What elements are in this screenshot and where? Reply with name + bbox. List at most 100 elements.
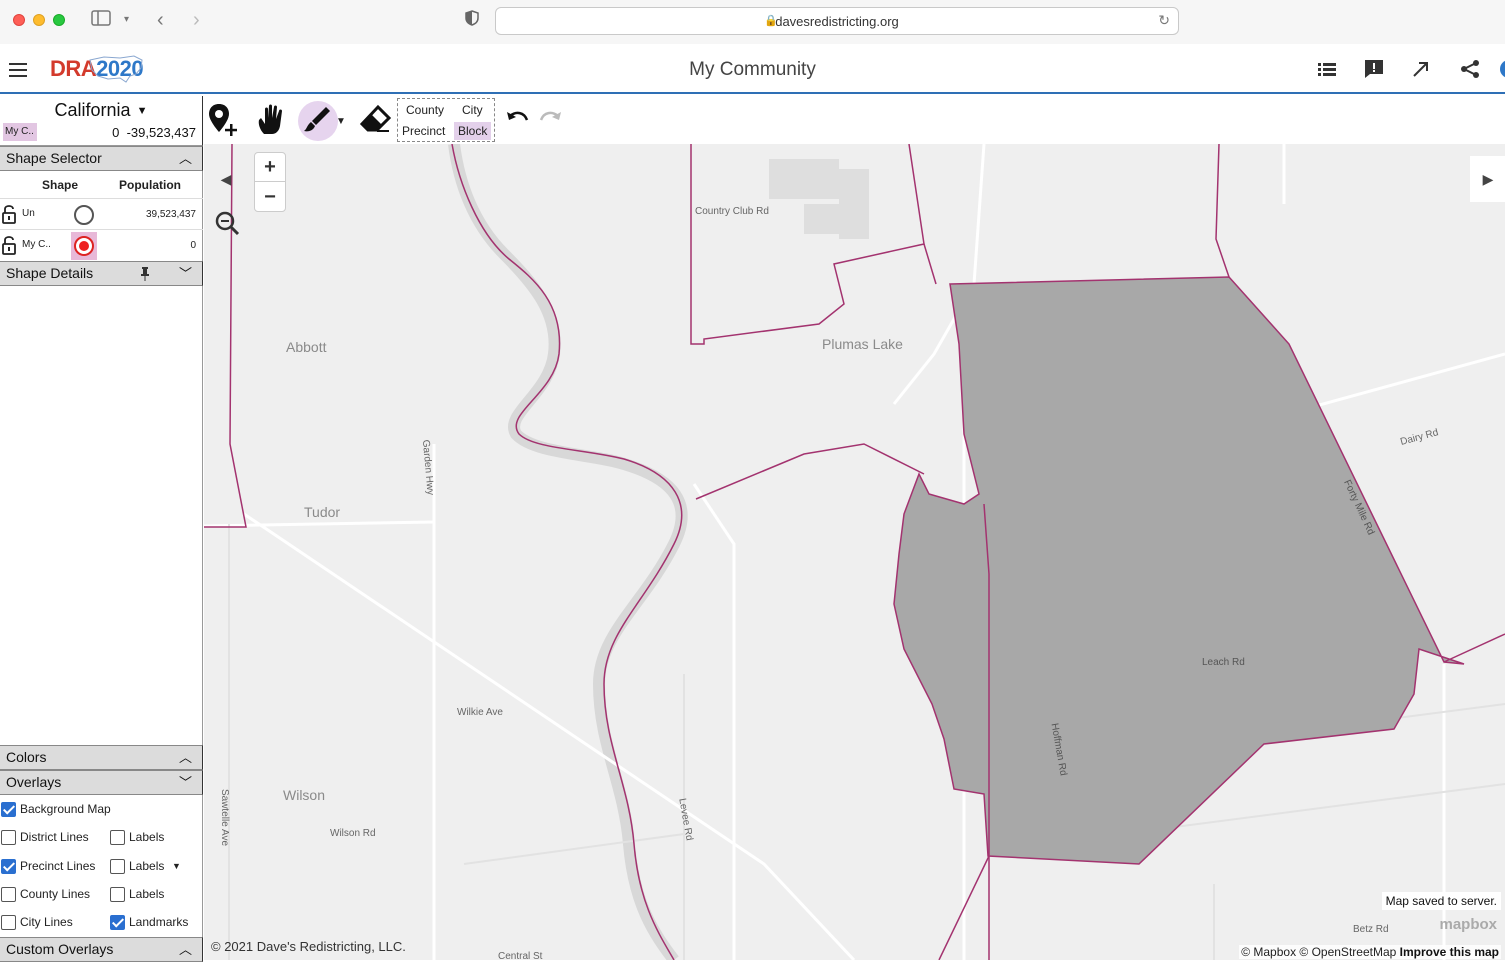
shape-radio-selected[interactable] xyxy=(74,236,94,256)
minimize-window-button[interactable] xyxy=(33,14,45,26)
brush-tool-icon[interactable] xyxy=(300,102,336,138)
landmarks-checkbox[interactable] xyxy=(110,915,125,930)
road-label: Sawtelle Ave xyxy=(219,788,231,847)
colors-header[interactable]: Colors ︿ xyxy=(0,745,203,770)
district-labels-label: Labels xyxy=(129,830,165,844)
granularity-block[interactable]: Block xyxy=(454,122,492,140)
shape-selector-header[interactable]: Shape Selector ︿ xyxy=(0,146,203,171)
chevron-down-icon[interactable]: ﹀ xyxy=(179,262,192,285)
district-lines-checkbox[interactable] xyxy=(1,830,16,845)
state-shape-swatch: My C.. xyxy=(3,123,37,141)
place-label: Plumas Lake xyxy=(822,336,903,352)
road-label: Leach Rd xyxy=(1202,657,1245,668)
caret-down-icon: ▼ xyxy=(136,105,148,118)
overlay-city-lines[interactable]: City Lines Landmarks xyxy=(0,912,203,934)
county-lines-checkbox[interactable] xyxy=(1,887,16,902)
county-labels-label: Labels xyxy=(129,887,165,901)
chevron-down-icon[interactable]: ﹀ xyxy=(179,771,192,794)
redo-icon[interactable] xyxy=(536,106,572,142)
unlock-icon[interactable] xyxy=(2,235,16,255)
col-header-shape: Shape xyxy=(42,178,79,192)
help-icon[interactable] xyxy=(1498,58,1505,80)
list-icon[interactable] xyxy=(1316,58,1338,80)
state-selector[interactable]: California ▼ My C.. 0 -39,523,437 xyxy=(0,96,203,146)
map-canvas[interactable]: Abbott Tudor Wilson Plumas Lake Country … xyxy=(204,144,1505,960)
district-labels-checkbox[interactable] xyxy=(110,830,125,845)
city-lines-label: City Lines xyxy=(20,915,73,929)
road-label: Central St xyxy=(498,951,543,960)
map-base-layer xyxy=(204,144,1505,960)
chevron-down-icon[interactable]: ▾ xyxy=(124,10,129,30)
precinct-lines-checkbox[interactable] xyxy=(1,859,16,874)
granularity-city[interactable]: City xyxy=(458,101,487,119)
collapse-left-panel-icon[interactable]: ◀ xyxy=(208,156,244,202)
open-external-icon[interactable] xyxy=(1410,58,1432,80)
add-pin-tool-icon[interactable] xyxy=(206,102,242,138)
url-text: davesredistricting.org xyxy=(775,14,899,29)
background-map-label: Background Map xyxy=(20,802,111,816)
overlay-precinct-lines[interactable]: Precinct Lines Labels ▼ xyxy=(0,856,203,878)
district-lines-label: District Lines xyxy=(20,830,89,844)
caret-down-icon[interactable]: ▼ xyxy=(172,861,181,871)
undo-icon[interactable] xyxy=(504,106,540,142)
landmarks-label: Landmarks xyxy=(129,915,189,929)
zoom-out-button[interactable]: − xyxy=(255,183,285,212)
eraser-tool-icon[interactable] xyxy=(358,102,394,138)
granularity-county[interactable]: County xyxy=(402,101,449,119)
zoom-window-button[interactable] xyxy=(53,14,65,26)
county-labels-checkbox[interactable] xyxy=(110,887,125,902)
map-toolbar: ▼ County City Precinct Block xyxy=(204,96,1505,144)
overlays-title: Overlays xyxy=(6,774,62,790)
place-label: Wilson xyxy=(283,787,326,803)
pin-icon[interactable] xyxy=(140,267,150,281)
shape-population: 0 xyxy=(190,240,196,251)
road-label: Wilson Rd xyxy=(330,828,376,839)
expand-right-panel-icon[interactable]: ▶ xyxy=(1470,156,1505,202)
overlays-header[interactable]: Overlays ﹀ xyxy=(0,770,203,795)
precinct-labels-checkbox[interactable] xyxy=(110,859,125,874)
brush-options-caret-icon[interactable]: ▼ xyxy=(336,116,348,128)
shield-icon[interactable] xyxy=(465,10,479,32)
background-map-checkbox[interactable] xyxy=(1,802,16,817)
chevron-up-icon[interactable]: ︿ xyxy=(179,746,192,769)
app-header: DRA2020 My Community xyxy=(0,44,1505,94)
shape-row[interactable]: My C.. 0 xyxy=(0,229,203,260)
chevron-up-icon[interactable]: ︿ xyxy=(179,147,192,170)
shape-selector-title: Shape Selector xyxy=(6,150,102,166)
reload-icon[interactable]: ↻ xyxy=(1158,12,1170,29)
place-label: Tudor xyxy=(304,504,341,520)
shape-name: Un xyxy=(22,208,35,219)
back-icon[interactable]: ‹ xyxy=(157,10,164,30)
col-header-population: Population xyxy=(119,178,181,192)
attribution-text[interactable]: © Mapbox © OpenStreetMap xyxy=(1241,945,1396,959)
unlock-icon[interactable] xyxy=(2,204,16,224)
overlay-county-lines[interactable]: County Lines Labels xyxy=(0,884,203,906)
state-value-b: -39,523,437 xyxy=(126,125,196,140)
share-icon[interactable] xyxy=(1459,58,1481,80)
close-window-button[interactable] xyxy=(13,14,25,26)
browser-chrome: ▾ ‹ › 🔒 davesredistricting.org ↻ xyxy=(0,0,1505,44)
granularity-precinct[interactable]: Precinct xyxy=(398,122,450,140)
custom-overlays-header[interactable]: Custom Overlays ︿ xyxy=(0,937,203,962)
zoom-in-button[interactable]: + xyxy=(255,153,285,182)
overlay-background-map[interactable]: Background Map xyxy=(0,799,203,821)
improve-map-link[interactable]: Improve this map xyxy=(1400,945,1499,959)
forward-icon[interactable]: › xyxy=(193,10,200,30)
pan-hand-tool-icon[interactable] xyxy=(254,102,290,138)
feedback-icon[interactable] xyxy=(1363,58,1385,80)
address-bar[interactable]: 🔒 davesredistricting.org ↻ xyxy=(495,7,1179,35)
shape-radio[interactable] xyxy=(74,205,94,225)
shape-details-title: Shape Details xyxy=(6,265,94,281)
state-dropdown[interactable]: California ▼ xyxy=(0,100,202,121)
place-label: Abbott xyxy=(286,339,327,355)
mapbox-logo[interactable]: mapbox xyxy=(1439,916,1497,933)
precinct-lines-label: Precinct Lines xyxy=(20,859,96,873)
shape-details-header[interactable]: Shape Details ﹀ xyxy=(0,261,203,286)
overlay-district-lines[interactable]: District Lines Labels xyxy=(0,827,203,849)
shape-row[interactable]: Un 39,523,437 xyxy=(0,198,203,229)
sidebar-toggle-icon[interactable] xyxy=(91,10,111,32)
custom-overlays-title: Custom Overlays xyxy=(6,941,114,957)
chevron-up-icon[interactable]: ︿ xyxy=(179,938,192,961)
zoom-control: + − xyxy=(254,152,286,212)
city-lines-checkbox[interactable] xyxy=(1,915,16,930)
